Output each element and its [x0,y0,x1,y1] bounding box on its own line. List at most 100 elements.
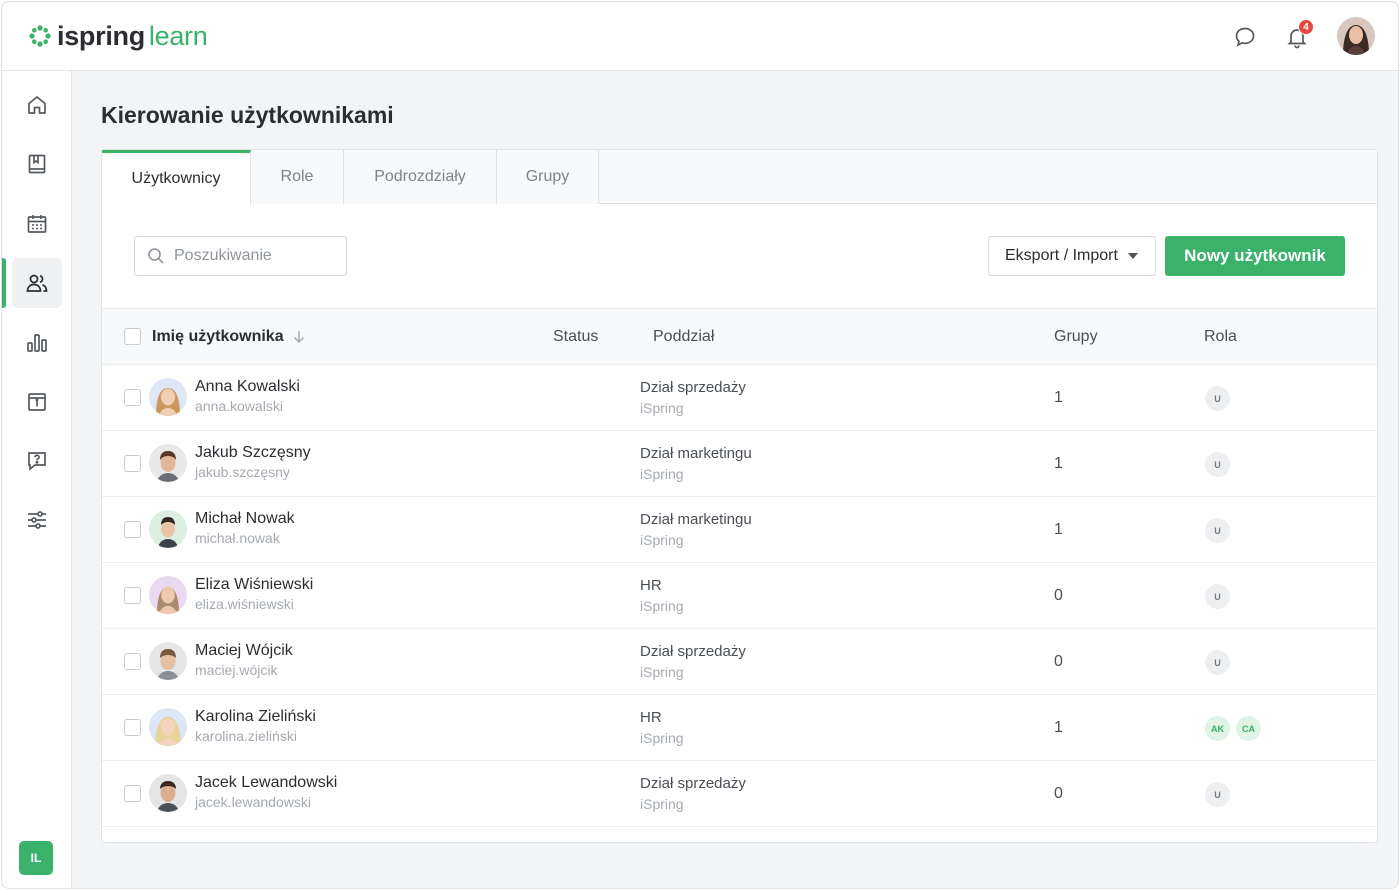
sort-arrow-down-icon [293,330,304,343]
role-badge: CA [1236,716,1261,741]
user-groups-count: 1 [1054,389,1063,406]
users-icon [26,274,48,292]
sidebar-active-indicator [2,258,6,308]
table-header: Imię użytkownika Status Poddział Grupy R… [102,308,1377,365]
book-icon [28,154,46,174]
sidebar-item-info[interactable] [12,377,62,427]
column-header-status[interactable]: Status [553,309,598,364]
tab-users[interactable]: Użytkownicy [102,150,251,205]
row-checkbox[interactable] [124,389,141,406]
row-checkbox[interactable] [124,455,141,472]
user-initials-badge[interactable]: IL [19,841,53,875]
logo-text-ispring: ispring [57,20,145,51]
role-badge: U [1205,650,1230,675]
page-title: Kierowanie użytkownikami [101,102,394,128]
table-row[interactable]: Jacek Lewandowski jacek.lewandowski Dzia… [102,761,1377,827]
tab-bar: Użytkownicy Role Podrozdziały Grupy [102,150,1377,205]
table-row[interactable]: Anna Kowalski anna.kowalski Dział sprzed… [102,365,1377,431]
row-checkbox[interactable] [124,521,141,538]
user-roles: U [1205,782,1230,807]
user-name[interactable]: Michał Nowak [195,510,295,528]
role-badge: U [1205,386,1230,411]
sidebar-item-questions[interactable] [12,436,62,486]
user-department: HR [640,577,662,594]
sidebar-item-reports[interactable] [12,318,62,368]
app-window: ispring learn 4 IL Kierowanie użytkownik… [1,1,1399,889]
tab-groups[interactable]: Grupy [497,150,599,204]
table-row[interactable]: Maciej Wójcik maciej.wójcik Dział sprzed… [102,629,1377,695]
column-header-department[interactable]: Poddział [653,309,714,364]
user-department: Dział sprzedaży [640,379,746,396]
user-login: karolina.zieliński [195,728,297,744]
sidebar-item-courses[interactable] [12,139,62,189]
avatar [149,774,187,812]
table-row[interactable]: Jakub Szczęsny jakub.szczęsny Dział mark… [102,431,1377,497]
user-organization: iSpring [640,796,684,812]
new-user-button[interactable]: Nowy użytkownik [1165,236,1345,276]
user-roles: AK CA [1205,716,1261,741]
search-box[interactable] [134,236,347,276]
column-header-role[interactable]: Rola [1204,309,1237,364]
user-organization: iSpring [640,466,684,482]
user-groups-count: 1 [1054,719,1063,736]
export-import-dropdown[interactable]: Eksport / Import [988,236,1156,276]
info-calendar-icon [28,393,46,411]
logo-text-learn: learn [148,20,208,51]
user-name[interactable]: Eliza Wiśniewski [195,576,313,594]
search-icon [148,248,164,264]
table-row[interactable]: Karolina Zieliński karolina.zieliński HR… [102,695,1377,761]
column-header-groups[interactable]: Grupy [1054,309,1098,364]
user-organization: iSpring [640,598,684,614]
user-name[interactable]: Jakub Szczęsny [195,444,311,462]
row-checkbox[interactable] [124,785,141,802]
sidebar-item-settings[interactable] [12,495,62,545]
notifications-button[interactable]: 4 [1284,19,1314,50]
user-roles: U [1205,386,1230,411]
column-header-name[interactable]: Imię użytkownika [152,309,305,364]
table-row[interactable]: Michał Nowak michał.nowak Dział marketin… [102,497,1377,563]
user-login: michał.nowak [195,530,280,546]
user-name[interactable]: Maciej Wójcik [195,642,293,660]
user-department: Dział sprzedaży [640,643,746,660]
row-checkbox[interactable] [124,719,141,736]
avatar-blonde-woman-icon [149,378,187,416]
user-name[interactable]: Jacek Lewandowski [195,774,337,792]
avatar [149,378,187,416]
user-organization: iSpring [640,532,684,548]
row-checkbox[interactable] [124,587,141,604]
ispring-logo-icon [29,25,51,47]
current-user-avatar[interactable] [1337,17,1375,55]
notification-badge: 4 [1298,19,1314,35]
user-name[interactable]: Karolina Zieliński [195,708,316,726]
sidebar-item-users[interactable] [12,258,62,308]
search-input[interactable] [174,247,334,265]
row-checkbox[interactable] [124,653,141,670]
select-all-checkbox[interactable] [124,328,141,345]
role-badge: U [1205,452,1230,477]
user-groups-count: 0 [1054,587,1063,604]
user-login: jacek.lewandowski [195,794,311,810]
sidebar-item-calendar[interactable] [12,199,62,249]
sliders-icon [28,511,46,529]
avatar [149,708,187,746]
user-groups-count: 0 [1054,785,1063,802]
user-department: HR [640,709,662,726]
table-row[interactable]: Eliza Wiśniewski eliza.wiśniewski HR iSp… [102,563,1377,629]
chat-button[interactable] [1232,24,1258,50]
ispring-learn-logo[interactable]: ispring learn [27,20,208,52]
avatar-woman-icon [1337,17,1375,55]
user-department: Dział marketingu [640,445,752,462]
question-chat-icon [28,452,46,471]
user-name[interactable]: Anna Kowalski [195,378,300,396]
user-organization: iSpring [640,400,684,416]
user-groups-count: 1 [1054,521,1063,538]
export-import-label: Eksport / Import [1005,247,1118,264]
tab-subdivisions[interactable]: Podrozdziały [344,150,497,204]
sidebar-item-home[interactable] [12,80,62,130]
user-department: Dział marketingu [640,511,752,528]
users-card: Użytkownicy Role Podrozdziały Grupy Eksp… [101,149,1378,843]
user-roles: U [1205,452,1230,477]
role-badge: U [1205,518,1230,543]
tab-roles[interactable]: Role [251,150,344,204]
user-login: anna.kowalski [195,398,283,414]
